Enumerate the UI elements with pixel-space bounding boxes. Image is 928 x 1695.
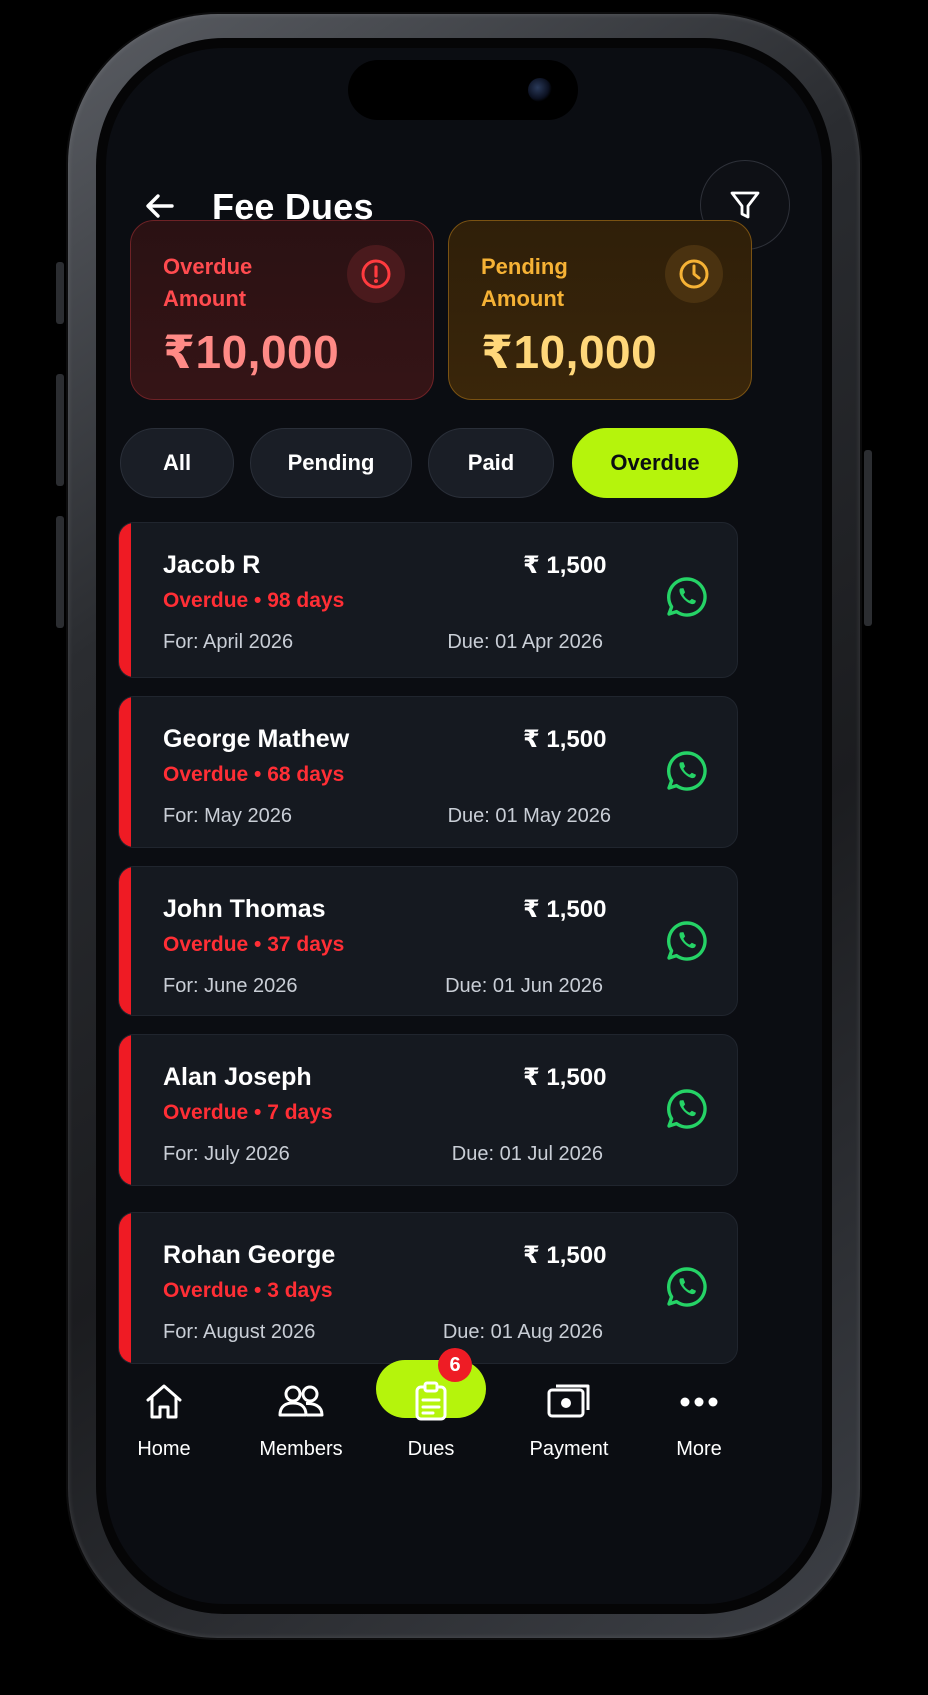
- nav-label: Payment: [529, 1438, 609, 1460]
- alert-circle-icon: [347, 245, 405, 303]
- overdue-status: Overdue • 98 days: [163, 589, 345, 612]
- overdue-status: Overdue • 37 days: [163, 933, 345, 956]
- nav-item-dues[interactable]: Dues: [361, 1360, 501, 1480]
- whatsapp-icon: [667, 921, 707, 961]
- dynamic-island: [348, 60, 578, 120]
- overdue-indicator: [119, 1213, 131, 1363]
- member-name: John Thomas: [163, 895, 326, 923]
- whatsapp-icon: [667, 1267, 707, 1307]
- whatsapp-button[interactable]: [665, 749, 709, 793]
- overdue-status: Overdue • 7 days: [163, 1101, 333, 1124]
- nav-item-more[interactable]: More: [629, 1360, 769, 1480]
- pending-amount-label: Pending Amount: [481, 254, 568, 311]
- app-screen: Fee Dues Overdue Amount ₹10,000 Pending …: [106, 48, 822, 1604]
- due-date: Due: 01 Aug 2026: [442, 1321, 603, 1343]
- member-name: Rohan George: [163, 1241, 336, 1269]
- due-period: For: May 2026: [163, 805, 292, 827]
- phone-side-button: [56, 262, 64, 324]
- filter-icon: [730, 191, 760, 219]
- filter-chip-label: Pending: [287, 450, 375, 475]
- pending-amount-card[interactable]: Pending Amount ₹10,000: [448, 220, 752, 400]
- due-card[interactable]: Alan Joseph ₹ 1,500 Overdue • 7 days For…: [118, 1034, 738, 1186]
- whatsapp-button[interactable]: [665, 919, 709, 963]
- due-amount: ₹ 1,500: [523, 552, 607, 579]
- members-icon: [271, 1372, 331, 1432]
- due-period: For: August 2026: [163, 1321, 316, 1343]
- nav-label: Dues: [407, 1438, 455, 1460]
- due-period: For: July 2026: [163, 1143, 290, 1165]
- due-card[interactable]: John Thomas ₹ 1,500 Overdue • 37 days Fo…: [118, 866, 738, 1016]
- nav-item-payment[interactable]: Payment: [499, 1360, 639, 1480]
- overdue-amount-value: ₹10,000: [163, 326, 340, 378]
- member-name: Alan Joseph: [163, 1063, 312, 1091]
- due-amount: ₹ 1,500: [523, 896, 607, 923]
- due-card[interactable]: George Mathew ₹ 1,500 Overdue • 68 days …: [118, 696, 738, 848]
- phone-power-button: [864, 450, 872, 626]
- phone-volume-down: [56, 516, 64, 628]
- filter-chip-label: Paid: [467, 450, 515, 475]
- member-name: George Mathew: [163, 725, 350, 753]
- whatsapp-icon: [667, 751, 707, 791]
- nav-label: More: [676, 1438, 722, 1460]
- home-icon: [134, 1372, 194, 1432]
- nav-label: Home: [137, 1438, 191, 1460]
- overdue-status: Overdue • 3 days: [163, 1279, 333, 1302]
- nav-label: Members: [259, 1438, 343, 1460]
- more-icon: [669, 1372, 729, 1432]
- clock-icon: [665, 245, 723, 303]
- nav-item-members[interactable]: Members: [231, 1360, 371, 1480]
- payment-icon: [539, 1372, 599, 1432]
- due-amount: ₹ 1,500: [523, 1242, 607, 1269]
- bottom-nav: Home Members Dues 6 Payment More: [106, 1348, 822, 1500]
- whatsapp-button[interactable]: [665, 1087, 709, 1131]
- filter-chip-all[interactable]: All: [120, 428, 234, 498]
- overdue-indicator: [119, 1035, 131, 1185]
- pending-amount-value: ₹10,000: [481, 326, 658, 378]
- due-date: Due: 01 Jun 2026: [445, 975, 603, 997]
- back-button[interactable]: [142, 188, 178, 224]
- nav-item-home[interactable]: Home: [106, 1360, 234, 1480]
- filter-chip-overdue[interactable]: Overdue: [572, 428, 738, 498]
- member-name: Jacob R: [163, 551, 261, 579]
- overdue-status: Overdue • 68 days: [163, 763, 345, 786]
- filter-chip-label: All: [162, 450, 192, 475]
- overdue-indicator: [119, 867, 131, 1015]
- overdue-amount-card[interactable]: Overdue Amount ₹10,000: [130, 220, 434, 400]
- front-camera: [528, 78, 552, 102]
- whatsapp-button[interactable]: [665, 1265, 709, 1309]
- dues-count-badge: 6: [438, 1348, 472, 1382]
- whatsapp-icon: [667, 577, 707, 617]
- filter-chip-label: Overdue: [610, 450, 700, 475]
- due-date: Due: 01 Apr 2026: [447, 631, 603, 653]
- due-card[interactable]: Rohan George ₹ 1,500 Overdue • 3 days Fo…: [118, 1212, 738, 1364]
- due-period: For: June 2026: [163, 975, 298, 997]
- overdue-indicator: [119, 523, 131, 677]
- due-card[interactable]: Jacob R ₹ 1,500 Overdue • 98 days For: A…: [118, 522, 738, 678]
- overdue-amount-label: Overdue Amount: [163, 254, 253, 311]
- due-date: Due: 01 Jul 2026: [451, 1143, 603, 1165]
- whatsapp-button[interactable]: [665, 575, 709, 619]
- due-amount: ₹ 1,500: [523, 1064, 607, 1091]
- phone-volume-up: [56, 374, 64, 486]
- due-amount: ₹ 1,500: [523, 726, 607, 753]
- filter-chip-pending[interactable]: Pending: [250, 428, 412, 498]
- whatsapp-icon: [667, 1089, 707, 1129]
- overdue-indicator: [119, 697, 131, 847]
- due-date: Due: 01 May 2026: [447, 805, 611, 827]
- due-period: For: April 2026: [163, 631, 294, 653]
- arrow-left-icon: [146, 194, 174, 218]
- filter-chip-paid[interactable]: Paid: [428, 428, 554, 498]
